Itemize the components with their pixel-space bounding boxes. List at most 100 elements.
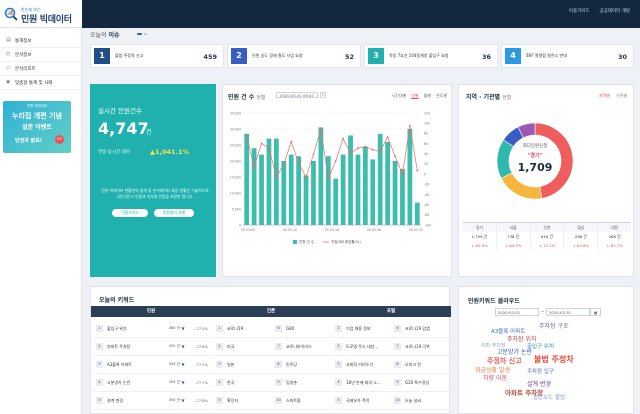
keyword-row[interactable]: 9 김영춘 [272, 374, 331, 392]
realtime-total: 4,747 [98, 119, 149, 138]
keyword-rank: 1 [335, 325, 342, 332]
banner-go-badge[interactable]: GO [55, 135, 64, 144]
logo[interactable]: 한눈에 보는 민원 빅데이터 [0, 0, 82, 28]
table-cell: ↓-63.9% [463, 241, 497, 250]
pager-dot-active[interactable] [137, 33, 142, 35]
tab-monthly[interactable]: 월별 [424, 93, 431, 99]
bar [311, 161, 316, 225]
issue-card-4[interactable]: 4 SRF 열병합 발전소 반대 30 [501, 44, 634, 68]
keyword-pair-row: 5 국제유가 폭락 10 오늘 날씨 [332, 392, 450, 410]
keyword-row[interactable]: 6 코로나19 감염 [391, 320, 450, 338]
keyword-text: 확진자 [227, 397, 239, 403]
issue-rank: 3 [368, 48, 384, 64]
table-header-cell: 경기 [463, 223, 497, 232]
event-banner[interactable]: 민원 빅데이터 누리집 개편 기념 설문 이벤트 당첨자 발표! GO [3, 101, 71, 153]
table-cell: ↓-72.1% [531, 241, 565, 250]
y2-tick-label: -60 [424, 203, 429, 207]
change-rate-point [268, 147, 270, 150]
issue-card-3[interactable]: 3 목동 7호선 104동계양 출입구 요청 36 [364, 44, 498, 68]
issues-title-bold: 이슈 [108, 32, 120, 39]
keyword-cell: 1 기업 채용 정보 [332, 320, 391, 338]
issue-text: 인천 송도 경제 철도 사업 요청 [252, 53, 303, 58]
cloud-keyword[interactable]: 주차장 입구 [527, 367, 554, 375]
sidebar-item-analysis[interactable]: ◴ 분석정보 [0, 48, 81, 62]
keyword-row[interactable]: 8 민주당 [272, 356, 331, 374]
table-header-cell: 경남 [564, 223, 599, 232]
y2-tick-label: -80 [424, 213, 429, 217]
keyword-row[interactable]: 5 확진자 [213, 392, 272, 410]
keyword-count: 354 건 [168, 362, 180, 366]
tab-daily[interactable]: 일별 [411, 93, 418, 99]
y2-tick-label: 120 [424, 111, 430, 115]
sidebar-item-report[interactable]: ▭ 분석리포트 [0, 62, 81, 76]
keyword-change: -77.6% [195, 344, 208, 349]
calendar-icon[interactable]: ▦ [590, 308, 601, 316]
keyword-row[interactable]: 4 고분양가 논란 354 건 ▼ -77.7% [93, 374, 211, 392]
table-cell: ↓-83.6% [564, 241, 599, 250]
sidebar-item-statistics[interactable]: ▤ 통계정보 [0, 34, 81, 48]
keyword-rank: 10 [394, 397, 401, 404]
keyword-row[interactable]: 1 코로나19 [213, 320, 272, 338]
pager-dot[interactable] [144, 33, 147, 35]
keyword-row[interactable]: 5 설계 변경 354 건 ▼ -77.6% [93, 392, 211, 410]
keyword-row[interactable]: 4 한국 [213, 374, 272, 392]
cloud-date-from[interactable]: 2020-03-02 [495, 308, 539, 316]
banner-line3: 설문 이벤트 [22, 124, 52, 131]
keyword-row[interactable]: 6 G80 [272, 320, 331, 338]
keyword-text: 코로나19 극복 [405, 343, 430, 349]
keyword-change: -77.7% [195, 362, 208, 367]
issue-card-2[interactable]: 2 인천 송도 경제 철도 사업 요청 52 [227, 44, 361, 68]
cloud-keyword[interactable]: 불법 주정차 [534, 354, 574, 365]
keyword-row[interactable]: 3 A3블록 아파트 354 건 ▼ -77.7% [93, 356, 211, 374]
region-table-values: 1,709 건 738 건 616 건 298 건 268 건 [463, 232, 631, 241]
keyword-row[interactable]: 2 아파트 주차장 355 건 ▼ -77.6% [93, 338, 211, 356]
y2-tick-label: 80 [424, 132, 428, 136]
guide-button[interactable]: 이용가이드 [112, 209, 148, 217]
cloud-keyword[interactable]: 주차장 구조 [539, 321, 569, 330]
y2-tick-label: -20 [424, 183, 429, 187]
keyword-text: 김영춘 [286, 379, 298, 385]
cloud-date-to[interactable]: 2020-03-31 [546, 308, 590, 316]
top-link-open-data[interactable]: 공공데이터 개방 [600, 8, 630, 14]
keyword-row[interactable]: 7 코로나바이러스 [272, 338, 331, 356]
keyword-row[interactable]: 5 국제유가 폭락 [332, 392, 391, 410]
keyword-list-portal: 1 기업 채용 정보 6 코로나19 감염 2 도로명 주소 내년… 7 코로나19 극복 3 사… [332, 320, 450, 410]
cloud-keyword[interactable]: 고분양가 논란 [497, 347, 532, 356]
top-link-guide[interactable]: 이용가이드 [569, 8, 590, 14]
keyword-column-media: 언론 [266, 309, 276, 314]
complaint-chart: 35,000 30,000 25,000 20,000 15,000 10,000 5,00… [230, 111, 431, 244]
keyword-row[interactable]: 10 스마트팜 [272, 392, 331, 410]
tab-hourly[interactable]: 시간대별 [391, 93, 406, 99]
issue-card-1[interactable]: 1 불법 주정차 신고 459 [90, 44, 224, 68]
keyword-row[interactable]: 1 기업 채용 정보 [332, 320, 391, 338]
bar [407, 129, 413, 225]
keyword-text: 국제유가 폭락 [346, 397, 370, 403]
change-rate-point [305, 176, 307, 178]
tab-yearly[interactable]: 연도별 [436, 93, 447, 99]
keyword-row[interactable]: 2 도로명 주소 내년… [332, 338, 391, 356]
keyword-row[interactable]: 1 출입구 위치 360 건 ▼ -77.5% [93, 320, 211, 338]
issues-title-prefix: 오늘의 [90, 32, 107, 39]
keyword-row[interactable]: 7 코로나19 극복 [391, 338, 450, 356]
change-rate-point [342, 137, 345, 140]
keyword-change: -77.5% [195, 326, 208, 331]
sidebar-item-label: 맞춤형 통계 및 사례 [15, 80, 53, 86]
keyword-row[interactable]: 8 오미크 련 [391, 356, 450, 374]
keyword-row[interactable]: 3 사회적 거리두기 [332, 356, 391, 374]
keyword-row[interactable]: 4 18년 만에 회의 소… [332, 374, 391, 392]
cloud-keyword[interactable]: 차량 이동 [483, 373, 507, 382]
issue-count: 30 [617, 53, 627, 61]
bar [392, 161, 398, 225]
case-button[interactable]: 민원처리 사례 [154, 209, 194, 217]
cloud-keyword[interactable]: 협탄보도 불법 [533, 393, 565, 401]
table-cell: 1,709 건 [463, 232, 497, 241]
sidebar-item-custom[interactable]: ◉ 맞춤형 통계 및 사례 [0, 76, 81, 90]
keyword-row[interactable]: 9 G20 특수정상 [391, 374, 450, 392]
issue-rank: 4 [505, 48, 521, 64]
keyword-row[interactable]: 2 미국 [213, 338, 272, 356]
issues-pager[interactable] [137, 33, 147, 35]
chart-title-suffix: 현황 [256, 95, 266, 101]
keyword-row[interactable]: 3 일본 [213, 356, 272, 374]
keyword-row[interactable]: 10 오늘 날씨 [391, 392, 450, 410]
refresh-icon[interactable]: ↻ [320, 92, 326, 98]
